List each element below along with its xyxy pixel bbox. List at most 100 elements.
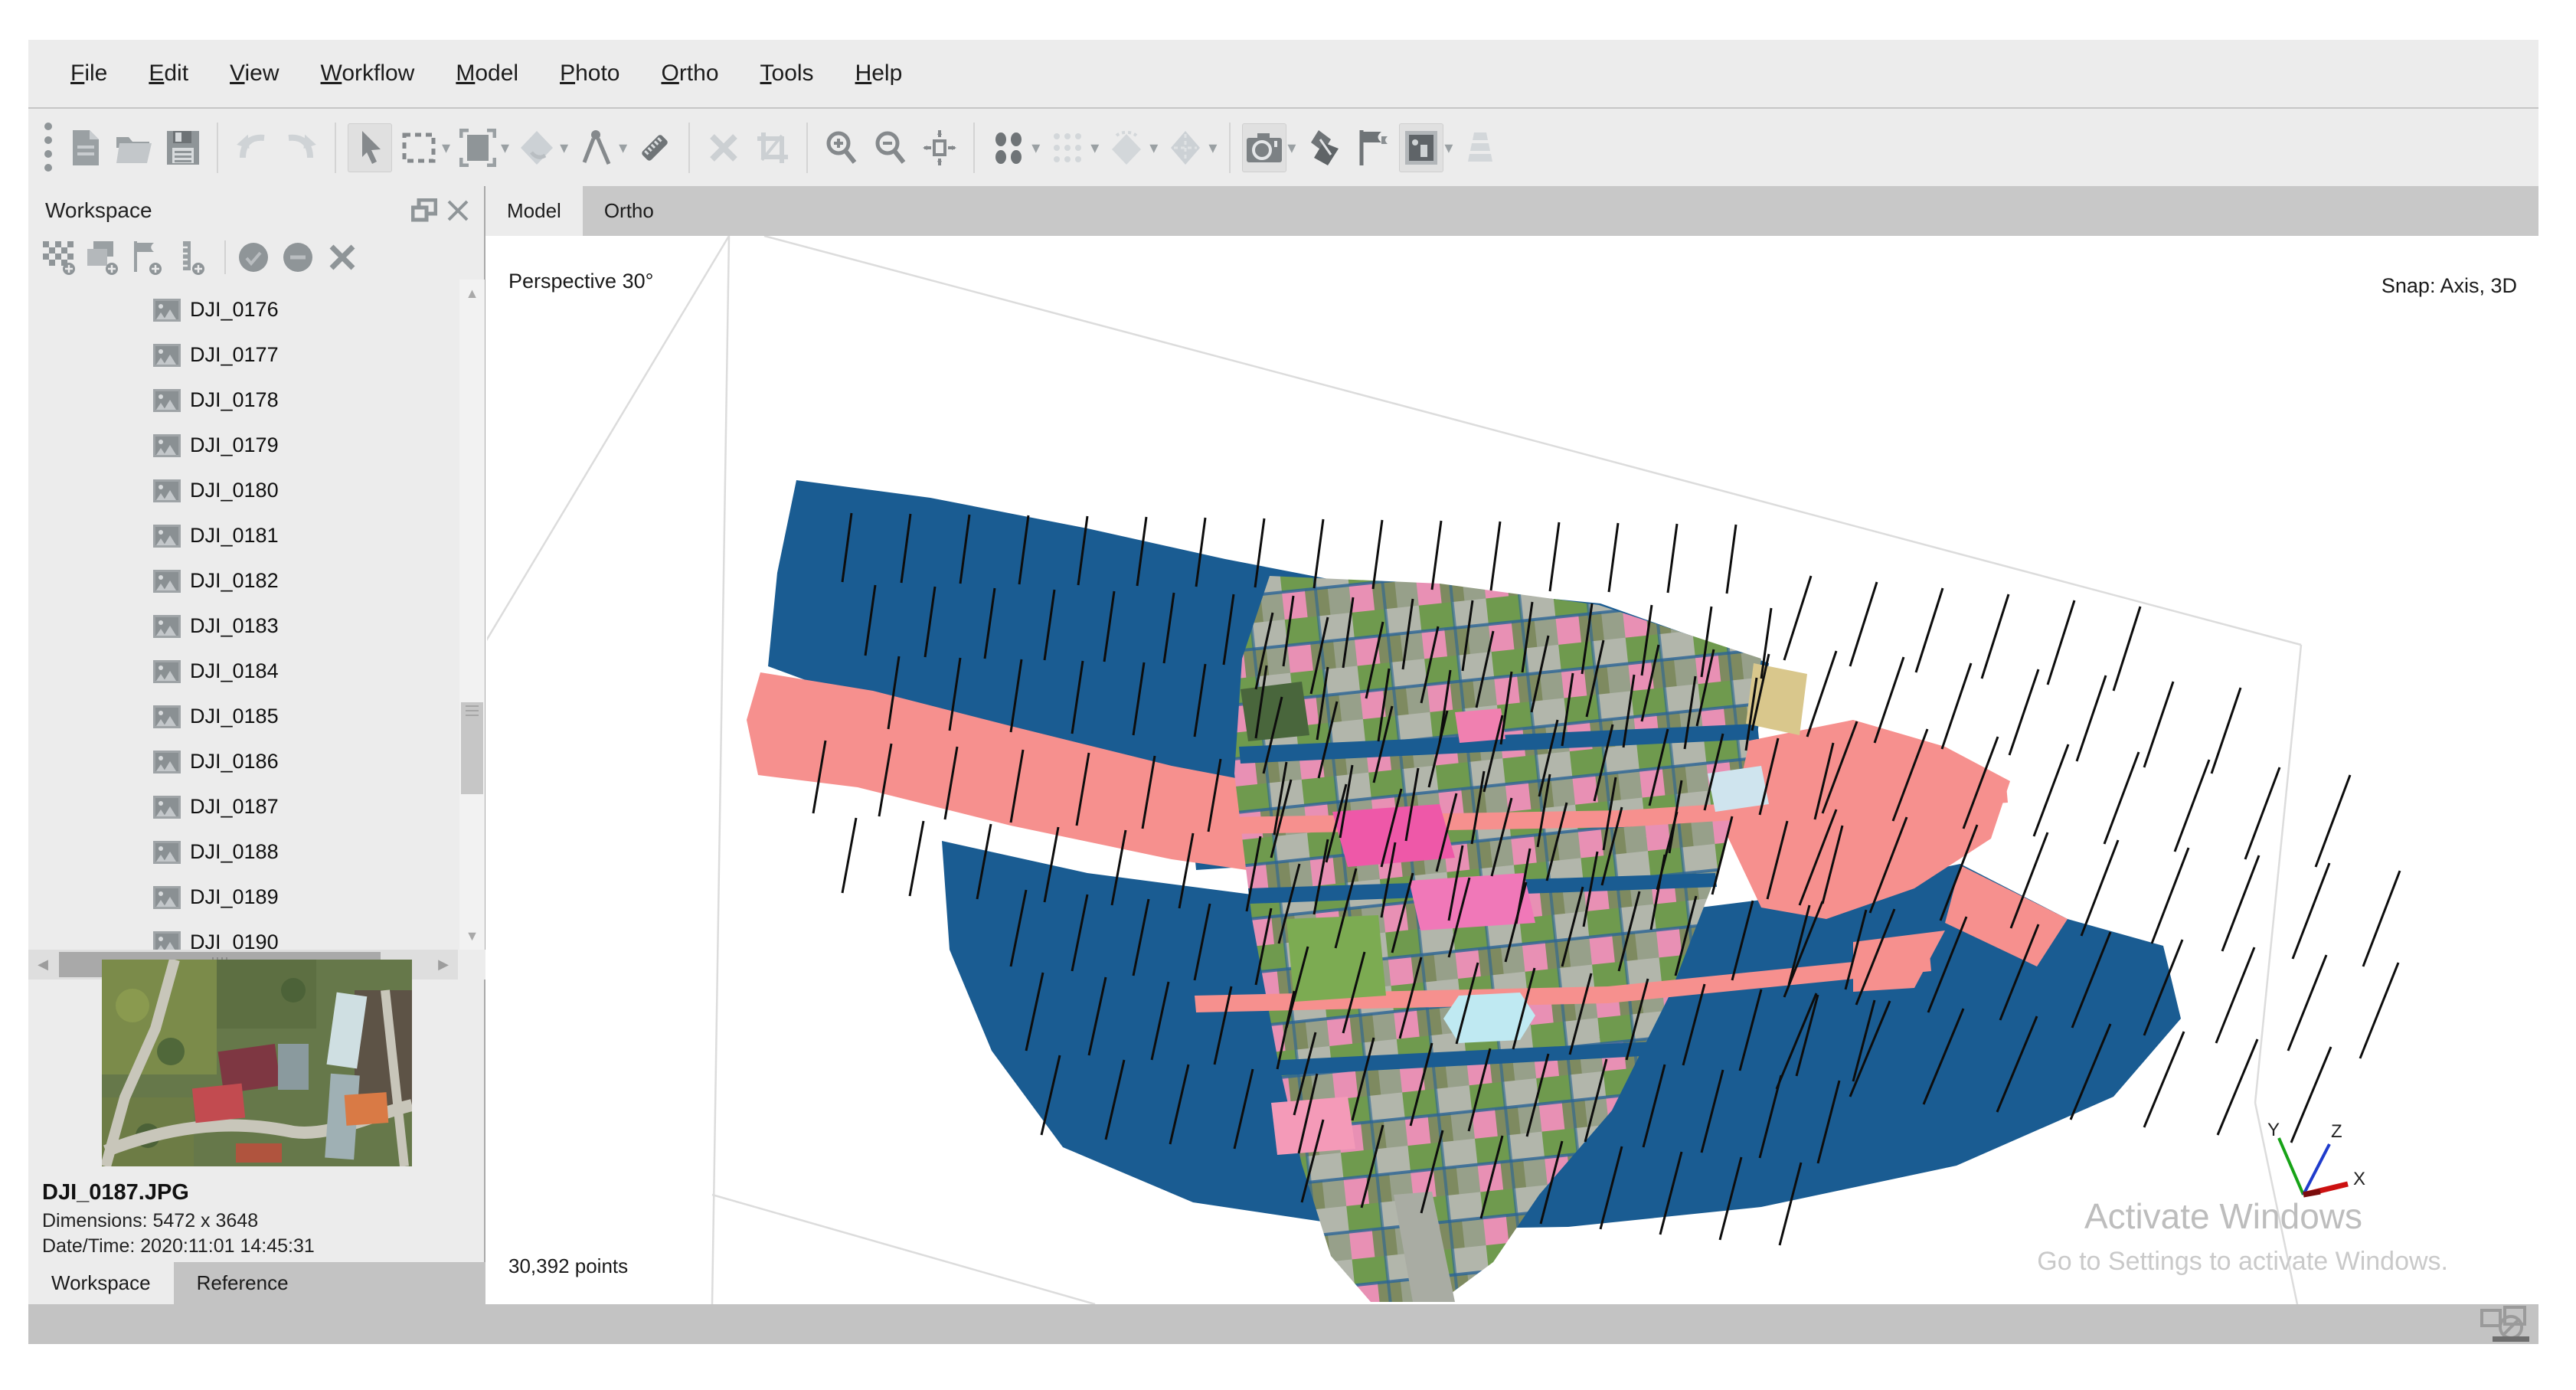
dense-cloud-button[interactable] [1045,123,1090,172]
photo-list-item[interactable]: DJI_0177 [28,332,459,378]
photo-list-item[interactable]: DJI_0178 [28,378,459,423]
camera-tick [1916,588,1943,672]
new-project-button[interactable] [63,123,107,172]
snap-label: Snap: Axis, 3D [2381,274,2517,298]
photo-list-item[interactable]: DJI_0180 [28,468,459,513]
model-shaded-button[interactable] [1104,123,1149,172]
selection-dropdown-caret[interactable]: ▾ [442,138,450,158]
scroll-left-arrow[interactable]: ◀ [28,950,57,980]
roof-pink-1 [1332,804,1455,867]
scroll-right-arrow[interactable]: ▶ [429,950,458,980]
photo-list-item[interactable]: DJI_0188 [28,829,459,875]
axis-z-label: Z [2331,1122,2342,1142]
menu-model[interactable]: Model [435,61,539,87]
scroll-up-arrow[interactable]: ▲ [459,280,485,307]
cameras-dropdown-caret[interactable]: ▾ [1287,138,1296,158]
toolbar-drag-handle[interactable] [38,123,58,172]
menu-file[interactable]: File [50,61,128,87]
undo-button[interactable] [230,123,274,172]
draw-tool-button[interactable] [574,123,618,172]
camera-tick [2144,682,2173,767]
rectangle-selection-button[interactable] [397,123,441,172]
show-labels-button[interactable] [1350,123,1394,172]
redo-button[interactable] [279,123,323,172]
point-cloud-dropdown-caret[interactable]: ▾ [1031,138,1040,158]
photo-list-item[interactable]: DJI_0186 [28,739,459,784]
panel-float-button[interactable] [407,194,441,227]
photo-list-item[interactable]: DJI_0176 [28,287,459,332]
select-tool-button[interactable] [348,123,392,172]
zoom-out-button[interactable] [868,123,913,172]
camera-tick [2081,840,2118,936]
save-floppy-icon [165,129,201,166]
stacked-view-button[interactable] [1458,123,1502,172]
photo-list-item[interactable]: DJI_0184 [28,649,459,694]
save-project-button[interactable] [161,123,205,172]
model-textured-button[interactable] [1163,123,1208,172]
photo-list-item[interactable]: DJI_0183 [28,603,459,649]
point-cloud-button[interactable] [986,123,1031,172]
menu-photo[interactable]: Photo [539,61,640,87]
panel-tab-bar: Workspace Reference [28,1262,485,1304]
region-wireframe-edge [712,236,729,1304]
photo-list-item[interactable]: DJI_0190 [28,920,459,950]
show-images-button[interactable] [1399,123,1443,172]
gpu-status-icon[interactable] [2479,1306,2532,1343]
menu-edit[interactable]: Edit [128,61,209,87]
camera-tick [1784,576,1811,660]
show-markers-button[interactable] [1301,123,1345,172]
photo-list-item[interactable]: DJI_0185 [28,694,459,739]
delete-button[interactable] [701,123,746,172]
shaded-dropdown-caret[interactable]: ▾ [1149,138,1158,158]
menu-help[interactable]: Help [835,61,924,87]
photo-list-item[interactable]: DJI_0182 [28,558,459,603]
rotate-object-button[interactable] [515,123,559,172]
photo-list-item[interactable]: DJI_0189 [28,875,459,920]
photo-list-item[interactable]: DJI_0181 [28,513,459,558]
photo-label: DJI_0189 [190,885,279,909]
model-viewport[interactable]: Perspective 30° Snap: Axis, 3D 30,392 po… [487,236,2538,1304]
zoom-in-button[interactable] [819,123,864,172]
menu-tools[interactable]: Tools [740,61,835,87]
tab-model[interactable]: Model [485,186,583,236]
menu-workflow[interactable]: Workflow [300,61,436,87]
images-dropdown-caret[interactable]: ▾ [1444,138,1453,158]
add-scalebar-button[interactable] [172,237,212,277]
add-photos-button[interactable] [83,237,123,277]
photo-preview[interactable] [102,960,412,1166]
menu-ortho[interactable]: Ortho [640,61,739,87]
panel-close-button[interactable] [441,194,475,227]
photo-list-item[interactable]: DJI_0179 [28,423,459,468]
textured-dropdown-caret[interactable]: ▾ [1208,138,1217,158]
region-dropdown-caret[interactable]: ▾ [501,138,509,158]
open-project-button[interactable] [112,123,156,172]
reset-view-button[interactable] [917,123,962,172]
show-cameras-button[interactable] [1242,123,1286,172]
ruler-button[interactable] [633,123,677,172]
drag-handle-icon [43,122,54,174]
dense-cloud-dropdown-caret[interactable]: ▾ [1090,138,1099,158]
remove-item-button[interactable] [322,237,362,277]
menu-view[interactable]: View [209,61,299,87]
tab-workspace[interactable]: Workspace [28,1262,174,1304]
tab-reference[interactable]: Reference [174,1262,312,1304]
vertical-scroll-thumb[interactable] [461,702,483,794]
photo-list-vertical-scrollbar[interactable]: ▲ ▼ [459,280,485,950]
camera-tick [1550,522,1559,591]
add-chunk-button[interactable] [39,237,79,277]
tab-ortho[interactable]: Ortho [583,186,675,236]
photo-label: DJI_0181 [190,524,279,548]
camera-tick [2104,752,2139,844]
photo-list-item[interactable]: DJI_0187 [28,784,459,829]
add-scalebar-icon [177,240,208,275]
axis-gizmo: Y Z X [2238,1122,2368,1222]
rotate-dropdown-caret[interactable]: ▾ [560,138,568,158]
crop-button[interactable] [750,123,795,172]
add-marker-button[interactable] [128,237,168,277]
resize-region-button[interactable] [456,123,500,172]
scroll-down-arrow[interactable]: ▼ [459,922,485,950]
region-box-icon [459,129,496,167]
draw-dropdown-caret[interactable]: ▾ [619,138,627,158]
enable-cameras-button[interactable] [234,237,273,277]
disable-cameras-button[interactable] [278,237,318,277]
